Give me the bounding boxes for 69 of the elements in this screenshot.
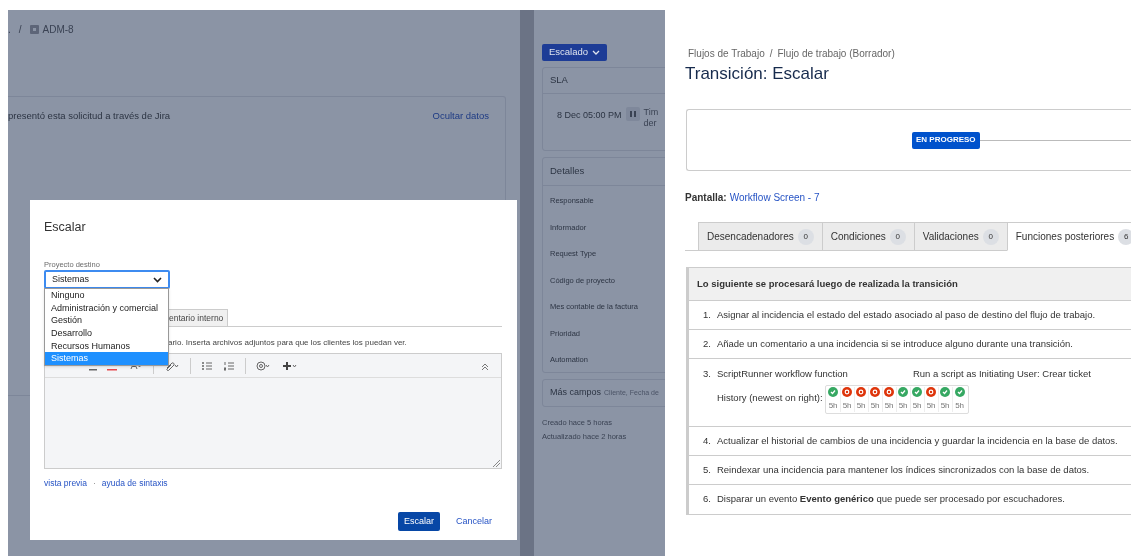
tab[interactable]: Validaciones 0 — [913, 222, 1007, 251]
mention-icon — [256, 360, 272, 371]
row-number: 1. — [703, 307, 711, 322]
count-badge: 6 — [1118, 228, 1131, 245]
row-text: Disparar un evento Evento genérico que puede ser procesado por escuchadores. — [716, 492, 1065, 507]
more-fields-title: Más campos — [550, 386, 602, 400]
status-dropdown-button[interactable]: Escalado — [542, 44, 608, 61]
dropdown-option[interactable]: Desarrollo — [45, 327, 168, 340]
breadcrumb-separator: / — [18, 22, 22, 37]
row-number: 2. — [703, 336, 711, 351]
tab[interactable]: Condiciones 0 — [821, 222, 914, 251]
plus-icon — [282, 360, 298, 371]
screen-link[interactable]: Workflow Screen - 7 — [729, 190, 820, 205]
page-title: Transición: Escalar — [685, 63, 830, 85]
breadcrumb-link[interactable]: Flujo de trabajo (Borrador) — [777, 46, 895, 61]
dropdown-option[interactable]: Recursos Humanos — [45, 339, 168, 353]
row-text: Añade un comentario a una incidencia si se introduce alguno durante una transición. — [716, 336, 1073, 351]
breadcrumb-text: . — [8, 22, 11, 37]
run-age: 5h — [912, 400, 922, 413]
numbered-list-icon — [223, 360, 235, 371]
sla-note-text: Tim — [643, 107, 659, 118]
row-text: Actualizar el historial de cambios de una incidencia y guardar la incidencia en la base de datos. — [716, 433, 1118, 448]
run-age: 5h — [884, 400, 894, 413]
run-age: 5h — [955, 400, 965, 413]
sla-note-text: der — [643, 118, 658, 129]
row-number: 6. — [703, 492, 711, 507]
run-age: 5h — [870, 400, 880, 413]
text-color-icon — [107, 368, 117, 371]
tab[interactable]: Funciones posteriores 6 — [1006, 222, 1131, 251]
count-badge: 0 — [982, 228, 999, 245]
run-age: 5h — [828, 400, 838, 413]
history-label: History (newest on right): — [717, 391, 823, 406]
row-number: 4. — [703, 433, 711, 448]
bulleted-list-icon — [201, 360, 213, 371]
link-separator: · — [93, 477, 96, 490]
count-badge: 0 — [797, 228, 814, 245]
cancel-button[interactable]: Cancelar — [453, 511, 494, 531]
run-age: 5h — [926, 400, 936, 413]
escalate-button[interactable]: Escalar — [397, 511, 440, 531]
resize-handle-icon — [493, 460, 500, 467]
breadcrumb-separator: / — [769, 47, 773, 61]
link-icon — [164, 360, 180, 371]
row-text: Reindexar una incidencia para mantener los índices sincronizados con la base de datos. — [716, 462, 1090, 477]
run-age: 5h — [898, 400, 908, 413]
run-age: 5h — [940, 400, 950, 413]
run-age: 5h — [856, 400, 866, 413]
breadcrumb-link[interactable]: Flujos de Trabajo — [688, 46, 765, 61]
run-age: 5h — [842, 400, 852, 413]
row-text: Asignar al incidencia el estado del estado asociado al paso de destino del flujo de trabajo. — [716, 307, 1096, 322]
status-lozenge: EN PROGRESO — [912, 131, 980, 149]
hide-details-link[interactable]: Ocultar datos — [432, 109, 489, 124]
dropdown-option[interactable]: Ninguno — [45, 289, 168, 302]
screen-label: Pantalla: — [685, 191, 727, 205]
request-info-text: presentó esta solicitud a través de Jira — [8, 109, 171, 123]
preview-link[interactable]: vista previa — [44, 477, 87, 490]
table-header: Lo siguiente se procesará luego de realizada la transición — [689, 268, 1131, 301]
count-badge: 0 — [889, 228, 906, 245]
row-number: 3. — [703, 367, 711, 381]
sla-time: 8 Dec 05:00 PM — [557, 109, 622, 122]
comment-editor[interactable] — [44, 353, 502, 469]
tab[interactable]: Desencadenadores 0 — [698, 222, 822, 251]
syntax-help-link[interactable]: ayuda de sintaxis — [101, 477, 168, 490]
row-number: 5. — [703, 462, 711, 477]
chevron-down-icon — [592, 49, 601, 56]
chevron-down-icon — [153, 276, 162, 283]
issue-type-icon — [29, 24, 39, 34]
script-description: Run a script as Initiating User: Crear ticket — [912, 367, 1091, 381]
script-name: ScriptRunner workflow function — [716, 367, 849, 381]
dialog-title: Escalar — [44, 219, 87, 236]
